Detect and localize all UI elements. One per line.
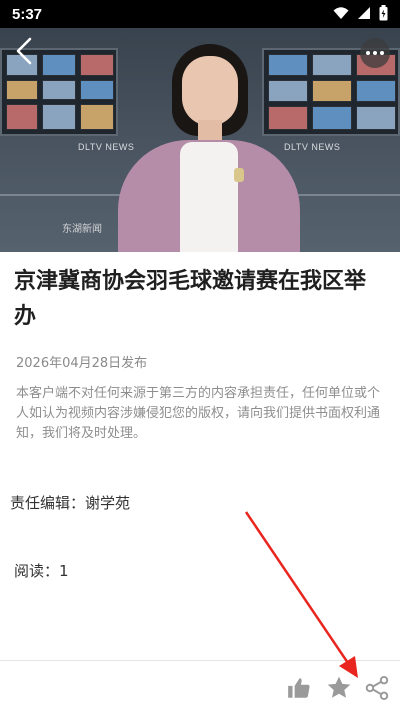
more-dots-icon <box>366 51 370 55</box>
responsible-editor: 责任编辑：谢学苑 <box>10 494 131 512</box>
like-button[interactable] <box>286 675 312 701</box>
video-thumbnail[interactable]: DLTV NEWS DLTV NEWS 东湖新闻 5:37 <box>0 0 400 252</box>
status-time: 5:37 <box>12 5 43 23</box>
star-icon <box>327 676 351 698</box>
share-button[interactable] <box>364 675 390 701</box>
article-title: 京津冀商协会羽毛球邀请赛在我区举办 <box>14 269 367 329</box>
share-icon <box>365 675 389 701</box>
back-button[interactable] <box>10 36 40 66</box>
wifi-icon <box>333 7 349 19</box>
news-anchor-figure <box>118 40 300 252</box>
signal-icon <box>358 7 370 19</box>
status-bar: 5:37 <box>0 0 400 28</box>
battery-icon <box>379 5 388 21</box>
chevron-left-icon <box>16 37 32 65</box>
bottom-toolbar <box>0 660 400 711</box>
copyright-disclaimer: 本客户端不对任何来源于第三方的内容承担责任，任何单位或个人如认为视频内容涉嫌侵犯… <box>16 386 381 441</box>
publish-date: 2026年04月28日发布 <box>16 356 148 371</box>
more-options-button[interactable] <box>360 38 390 68</box>
thumbs-up-icon <box>288 678 310 698</box>
view-count: 阅读：1 <box>14 562 69 580</box>
station-logo: 东湖新闻 <box>62 224 102 235</box>
favorite-button[interactable] <box>326 675 352 701</box>
